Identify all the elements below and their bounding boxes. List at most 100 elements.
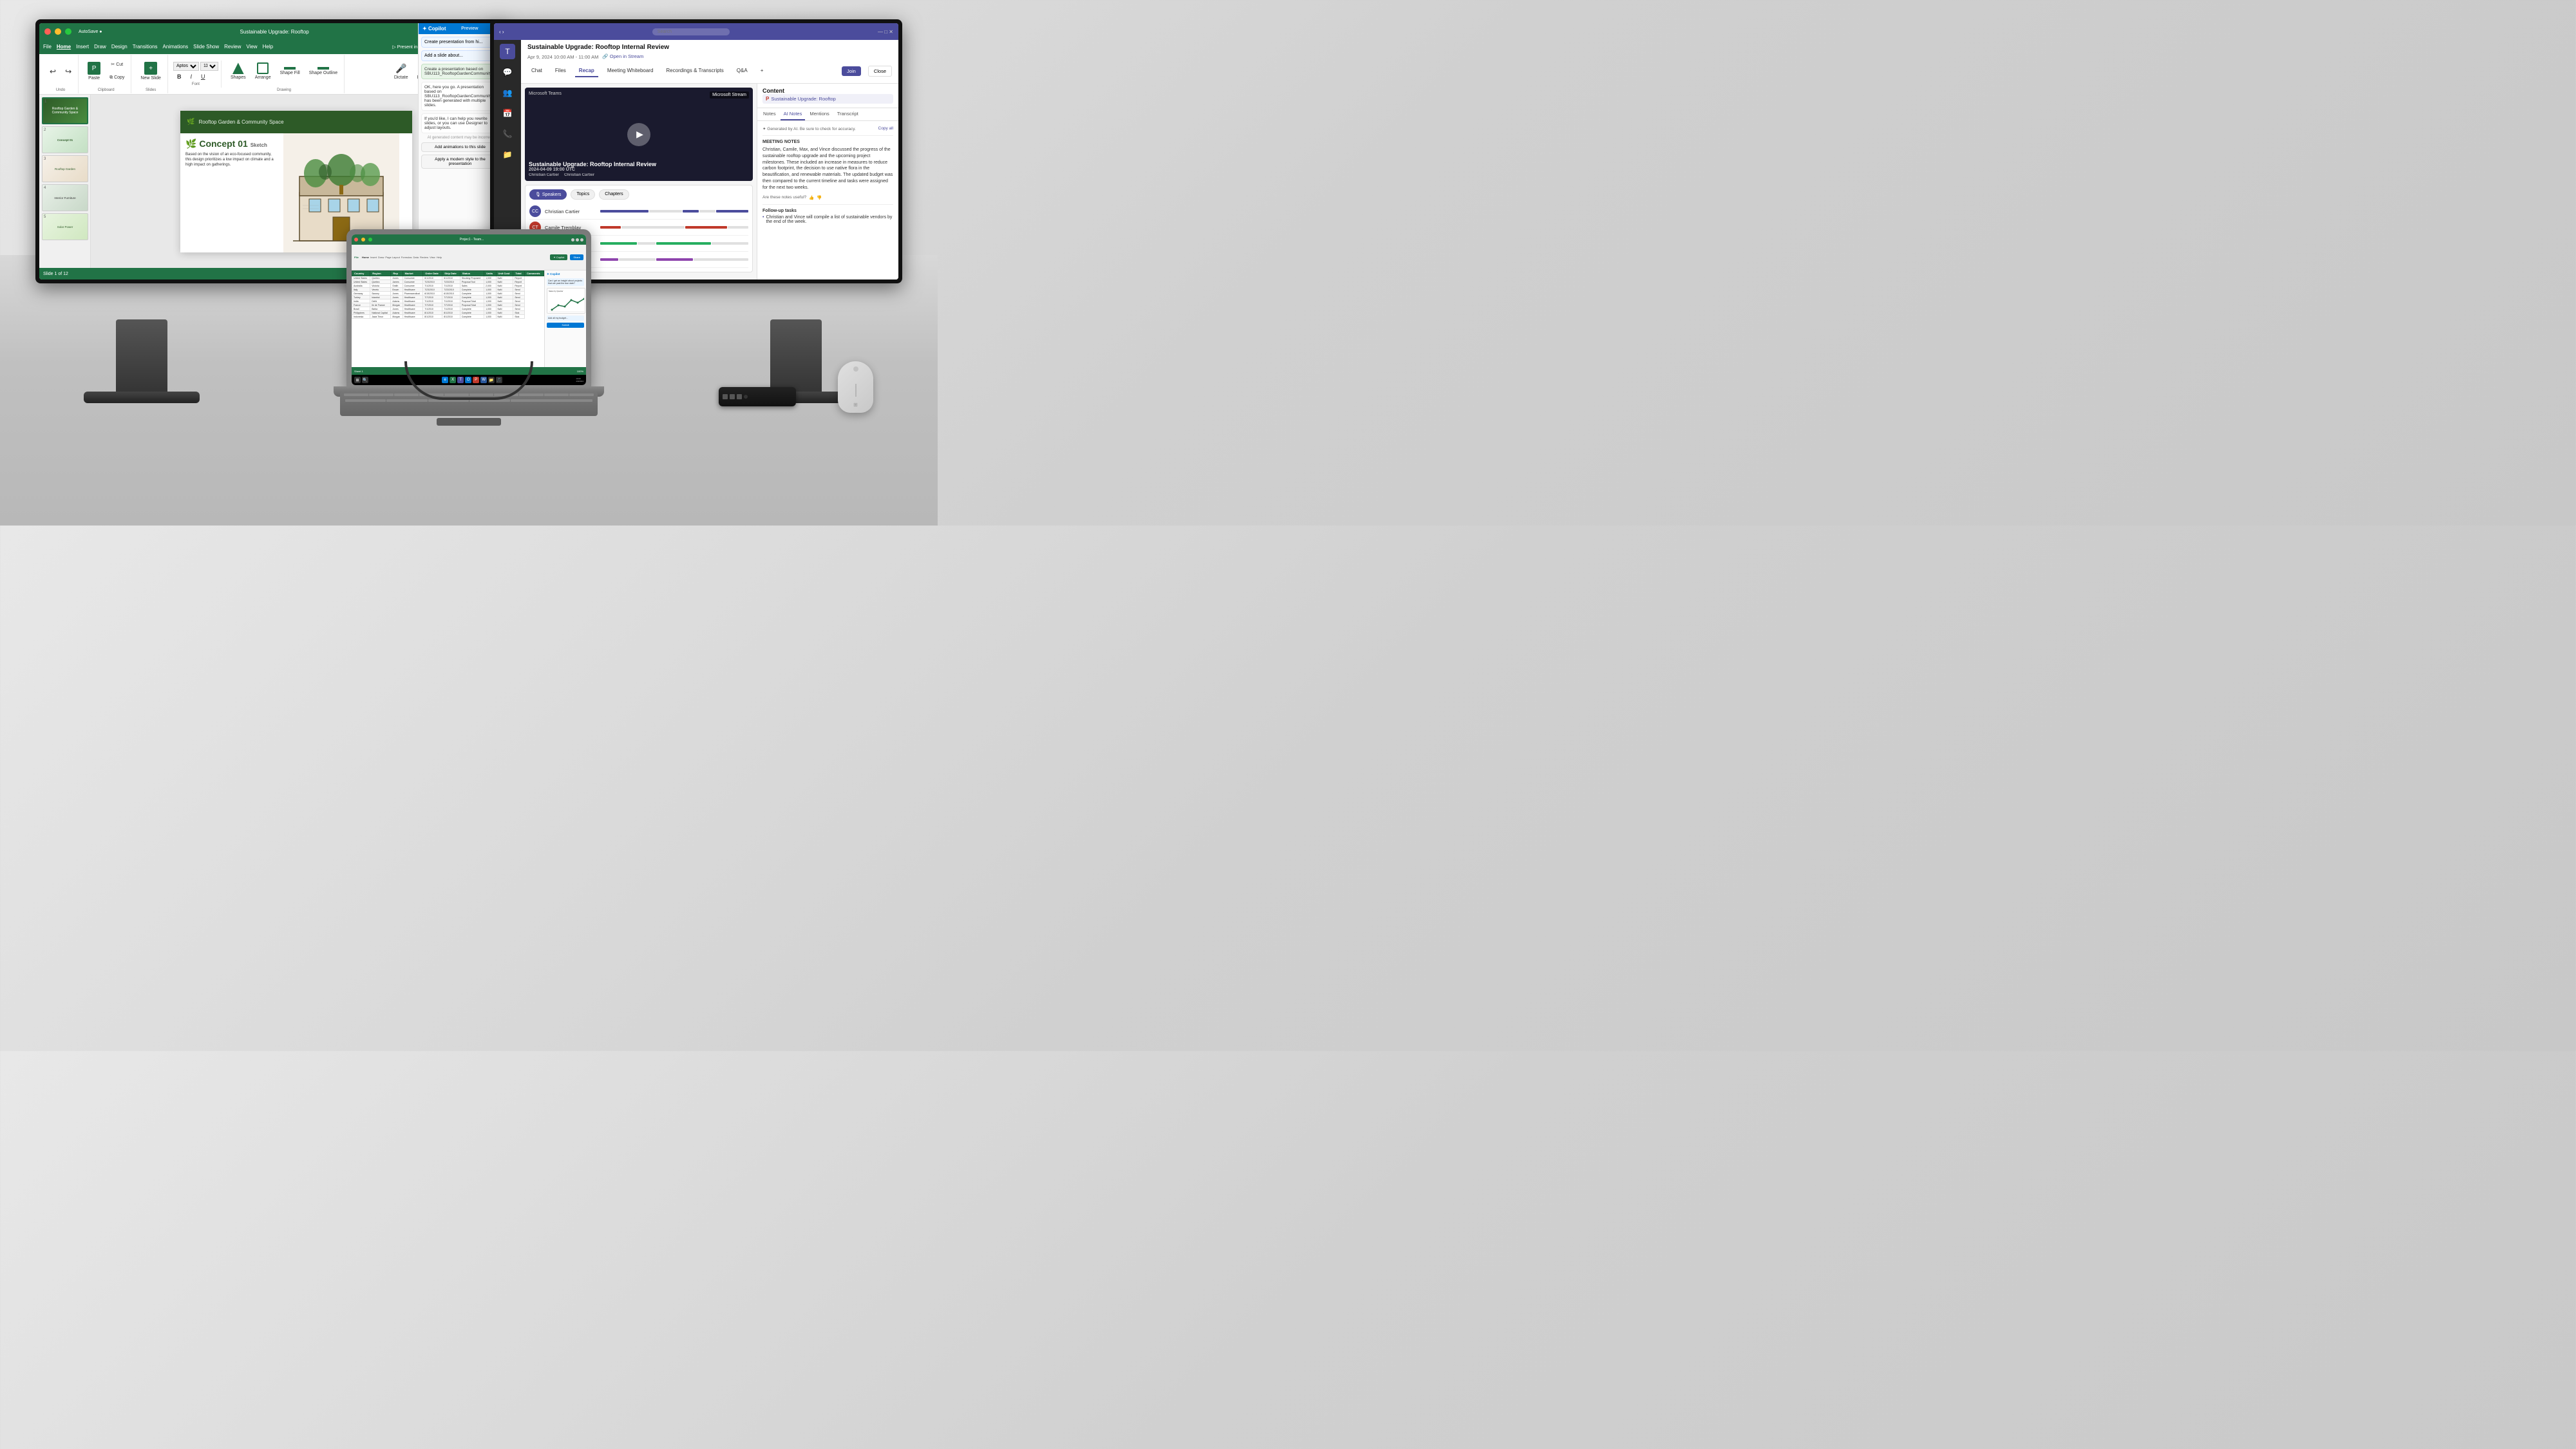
menu-insert[interactable]: Insert xyxy=(76,44,89,50)
transcript-tab[interactable]: Transcript xyxy=(834,108,862,120)
slides-panel[interactable]: 1 Rooftop Garden & Community Space 2 Con… xyxy=(39,95,91,268)
redo-btn[interactable]: ↪ xyxy=(61,56,75,87)
slide-thumb-2[interactable]: 2 Concept 01 xyxy=(42,126,88,153)
excel-menu-formulas[interactable]: Formulas xyxy=(401,256,412,259)
underline-btn[interactable]: U xyxy=(197,72,209,81)
slide-thumb-5[interactable]: 5 Solar Power xyxy=(42,213,88,240)
font-size-select[interactable]: 11 xyxy=(200,62,218,71)
menu-review[interactable]: Review xyxy=(224,44,241,50)
excel-menu-file[interactable]: File xyxy=(354,256,359,259)
slide-thumb-3[interactable]: 3 Rooftop Garden xyxy=(42,155,88,182)
excel-menu-draw[interactable]: Draw xyxy=(378,256,384,259)
excel-menu-review[interactable]: Review xyxy=(420,256,428,259)
excel-share-btn[interactable]: Share xyxy=(570,254,583,260)
bold-btn[interactable]: B xyxy=(173,72,185,81)
excel-copilot-action-btn[interactable]: Submit xyxy=(547,323,584,328)
new-slide-btn[interactable]: + New Slide xyxy=(137,56,165,87)
excel-window-btn-2[interactable] xyxy=(576,238,579,242)
taskbar-start[interactable]: ⊞ xyxy=(354,377,361,383)
excel-menu-page[interactable]: Page Layout xyxy=(385,256,399,259)
tab-chat[interactable]: Chat xyxy=(527,65,546,77)
excel-maximize-btn[interactable] xyxy=(368,238,372,242)
excel-spreadsheet[interactable]: Country Region Rep Market Order Date Shi… xyxy=(352,270,544,367)
mentions-tab[interactable]: Mentions xyxy=(806,108,832,120)
tab-files[interactable]: Files xyxy=(551,65,570,77)
menu-file[interactable]: File xyxy=(43,44,52,50)
menu-slideshow[interactable]: Slide Show xyxy=(193,44,219,50)
cut-btn[interactable]: ✂ Cut xyxy=(106,58,128,71)
copy-all-btn[interactable]: Copy all xyxy=(878,126,893,131)
teams-window-controls[interactable]: — □ ✕ xyxy=(878,29,893,35)
paste-btn[interactable]: P Paste xyxy=(84,56,104,87)
sidebar-icon-teams2[interactable]: 👥 xyxy=(500,85,515,100)
excel-window-btn-3[interactable] xyxy=(580,238,583,242)
ppt-maximize-btn[interactable] xyxy=(65,28,71,35)
laptop-trackpad[interactable] xyxy=(437,418,501,426)
excel-menu-home[interactable]: Home xyxy=(362,256,369,259)
dock-indicator-light xyxy=(744,395,748,399)
excel-menu-help[interactable]: Help xyxy=(437,256,442,259)
microsoft-mouse[interactable]: ⊞ xyxy=(838,361,873,413)
italic-btn[interactable]: I xyxy=(186,72,196,81)
video-play-btn[interactable]: ▶ xyxy=(627,123,650,146)
tab-recordings[interactable]: Recordings & Transcripts xyxy=(662,65,727,77)
add-animations-btn[interactable]: Add animations to this slide xyxy=(421,142,499,152)
menu-transitions[interactable]: Transitions xyxy=(133,44,158,50)
shape-outline-btn[interactable]: Shape Outline xyxy=(305,56,341,87)
tab-recap[interactable]: Recap xyxy=(575,65,598,77)
teams-video-player[interactable]: Microsoft Teams ▶ Sustainable Upgrade: R… xyxy=(525,88,753,181)
tab-whiteboard[interactable]: Meeting Whiteboard xyxy=(603,65,658,77)
open-in-stream-link[interactable]: 🔗 Open in Stream xyxy=(602,53,643,59)
chapters-tab[interactable]: Chapters xyxy=(599,189,629,200)
sidebar-icon-teams[interactable]: T xyxy=(500,44,515,59)
excel-menu-data[interactable]: Data xyxy=(413,256,419,259)
dock-port-2[interactable] xyxy=(730,394,735,399)
arrange-btn[interactable]: Arrange xyxy=(251,56,275,87)
slide-thumb-4[interactable]: 4 Interior Furniture xyxy=(42,184,88,211)
teams-back-btn[interactable]: ‹ › xyxy=(499,29,504,35)
thumbs-up-icon[interactable]: 👍 xyxy=(809,195,814,200)
taskbar-search[interactable]: 🔍 xyxy=(362,377,368,383)
sidebar-icon-files[interactable]: 📁 xyxy=(500,147,515,162)
menu-draw[interactable]: Draw xyxy=(94,44,106,50)
menu-animations[interactable]: Animations xyxy=(163,44,189,50)
tab-qa[interactable]: Q&A xyxy=(733,65,752,77)
excel-close-btn[interactable] xyxy=(354,238,358,242)
dock-port-1[interactable] xyxy=(723,394,728,399)
sidebar-icon-calendar[interactable]: 📅 xyxy=(500,106,515,121)
excel-minimize-btn[interactable] xyxy=(361,238,365,242)
thumbs-down-icon[interactable]: 👎 xyxy=(817,195,822,200)
menu-home[interactable]: Home xyxy=(57,44,71,50)
ai-notes-tab[interactable]: AI Notes xyxy=(781,108,806,120)
sidebar-icon-calls[interactable]: 📞 xyxy=(500,126,515,142)
speakers-tab[interactable]: 🎙 Speakers xyxy=(529,189,567,200)
copy-btn[interactable]: ⧉ Copy xyxy=(106,71,128,84)
excel-menu-insert[interactable]: Insert xyxy=(370,256,377,259)
ppt-close-btn[interactable] xyxy=(44,28,51,35)
undo-btn[interactable]: ↩ xyxy=(46,56,60,87)
excel-copilot-btn[interactable]: ✦ Copilot xyxy=(550,254,567,260)
menu-view[interactable]: View xyxy=(246,44,257,50)
shape-fill-btn[interactable]: Shape Fill xyxy=(276,56,304,87)
excel-menu-view[interactable]: View xyxy=(430,256,435,259)
font-family-select[interactable]: Aptos xyxy=(173,62,199,71)
menu-help[interactable]: Help xyxy=(263,44,273,50)
ppt-minimize-btn[interactable] xyxy=(55,28,61,35)
table-row[interactable]: IndonesiaJawa TimurMorganHealthcare8/1/2… xyxy=(352,315,544,319)
slide-thumb-1[interactable]: 1 Rooftop Garden & Community Space xyxy=(42,97,88,124)
notes-tab[interactable]: Notes xyxy=(760,108,779,120)
dock-port-3[interactable] xyxy=(737,394,742,399)
mouse-scroll-wheel[interactable] xyxy=(853,366,858,372)
content-link[interactable]: P Sustainable Upgrade: Rooftop xyxy=(762,94,893,104)
sidebar-icon-chat[interactable]: 💬 xyxy=(500,64,515,80)
teams-search-input[interactable] xyxy=(652,28,730,35)
dictate-btn[interactable]: 🎤 Dictate xyxy=(390,56,412,87)
excel-window-btn-1[interactable] xyxy=(571,238,574,242)
menu-design[interactable]: Design xyxy=(111,44,128,50)
close-btn[interactable]: Close xyxy=(868,66,892,77)
apply-style-btn[interactable]: Apply a modern style to the presentation xyxy=(421,155,499,169)
topics-tab[interactable]: Topics xyxy=(571,189,595,200)
shapes-btn[interactable]: Shapes xyxy=(227,56,250,87)
join-btn[interactable]: Join xyxy=(842,66,861,76)
tab-add[interactable]: + xyxy=(757,65,768,77)
